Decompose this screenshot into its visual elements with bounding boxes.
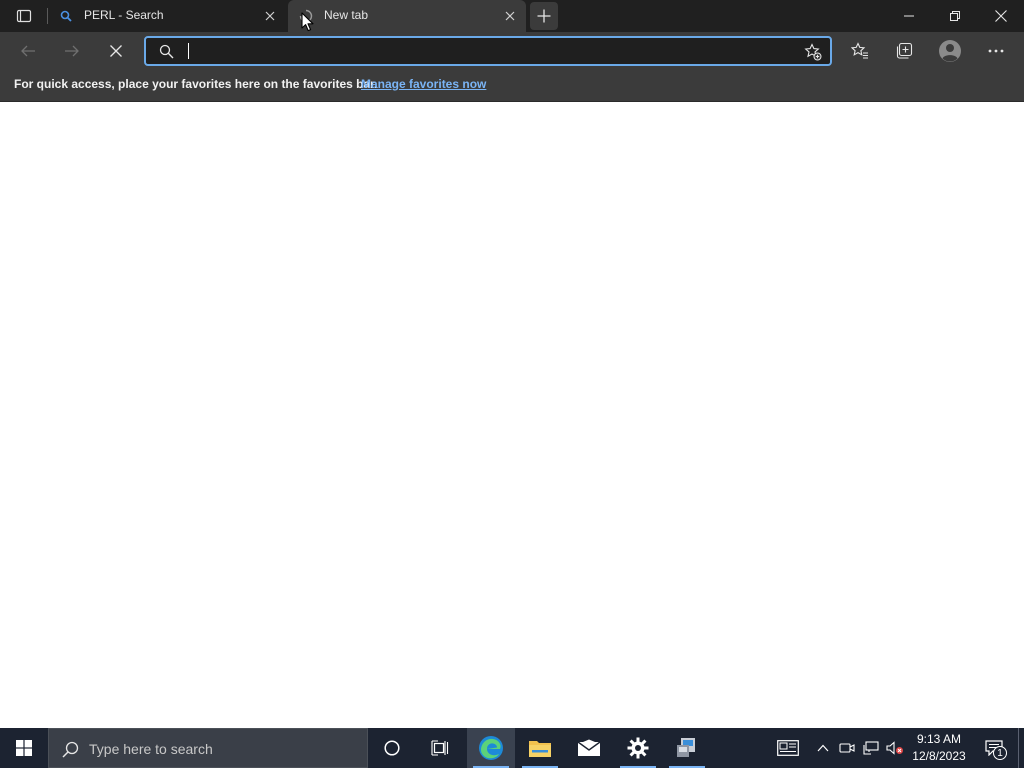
mail-icon bbox=[577, 739, 601, 756]
start-button[interactable] bbox=[0, 728, 48, 768]
news-icon[interactable] bbox=[776, 738, 800, 758]
settings-button[interactable] bbox=[614, 728, 662, 768]
chevron-up-icon[interactable] bbox=[813, 738, 833, 758]
tab-title: New tab bbox=[324, 8, 369, 22]
profile-icon bbox=[939, 40, 961, 62]
taskbar: Type here to search 9:13 AM 12/8/2023 1 bbox=[0, 728, 1024, 768]
tab-actions-button[interactable] bbox=[8, 4, 40, 28]
arrow-left-icon bbox=[21, 45, 35, 57]
task-view-button[interactable] bbox=[416, 728, 464, 768]
favorites-icon bbox=[851, 42, 868, 59]
network-app-button[interactable] bbox=[663, 728, 711, 768]
star-add-icon bbox=[804, 43, 822, 61]
search-icon bbox=[158, 43, 174, 59]
volume-muted-icon[interactable] bbox=[885, 738, 905, 758]
favorites-button[interactable] bbox=[844, 35, 876, 67]
favorites-bar-message: For quick access, place your favorites h… bbox=[14, 77, 378, 91]
cortana-button[interactable] bbox=[368, 728, 416, 768]
close-icon bbox=[110, 45, 122, 57]
browser-toolbar bbox=[0, 32, 1024, 70]
tab-perl-search[interactable]: PERL - Search bbox=[48, 0, 286, 32]
network-app-icon bbox=[677, 738, 695, 757]
notification-count-badge: 1 bbox=[993, 746, 1007, 760]
edge-taskbar-button[interactable] bbox=[467, 728, 515, 768]
favorites-bar: For quick access, place your favorites h… bbox=[0, 70, 1024, 102]
file-explorer-button[interactable] bbox=[516, 728, 564, 768]
collections-button[interactable] bbox=[888, 35, 920, 67]
taskbar-search-placeholder: Type here to search bbox=[89, 741, 213, 757]
action-center-button[interactable]: 1 bbox=[978, 728, 1010, 768]
tab-close-button[interactable] bbox=[260, 6, 280, 26]
edge-icon bbox=[479, 736, 503, 760]
screen: PERL - Search New tab For quick access, … bbox=[0, 0, 1024, 768]
manage-favorites-link[interactable]: Manage favorites now bbox=[361, 77, 486, 91]
plus-icon bbox=[537, 9, 551, 23]
taskbar-clock[interactable]: 9:13 AM 12/8/2023 bbox=[908, 731, 970, 765]
tab-title: PERL - Search bbox=[84, 8, 164, 22]
profile-button[interactable] bbox=[934, 35, 966, 67]
browser-tab-strip: PERL - Search New tab bbox=[0, 0, 1024, 32]
meet-now-icon[interactable] bbox=[837, 738, 857, 758]
collections-icon bbox=[896, 42, 913, 59]
page-content bbox=[0, 103, 1024, 728]
text-cursor bbox=[188, 43, 189, 59]
address-bar[interactable] bbox=[144, 36, 832, 66]
search-icon bbox=[58, 8, 74, 24]
add-favorite-button[interactable] bbox=[802, 41, 824, 63]
mail-button[interactable] bbox=[565, 728, 613, 768]
forward-button[interactable] bbox=[56, 35, 88, 67]
clock-date: 12/8/2023 bbox=[912, 749, 966, 763]
minimize-button[interactable] bbox=[886, 0, 932, 32]
taskbar-search-box[interactable]: Type here to search bbox=[48, 728, 368, 768]
mouse-cursor-icon bbox=[301, 12, 314, 32]
tab-close-button[interactable] bbox=[500, 6, 520, 26]
file-explorer-icon bbox=[529, 741, 551, 757]
settings-icon bbox=[627, 737, 649, 759]
minimize-icon bbox=[904, 15, 914, 17]
back-button[interactable] bbox=[12, 35, 44, 67]
close-icon bbox=[995, 10, 1007, 22]
cortana-icon bbox=[384, 740, 400, 756]
restore-button[interactable] bbox=[932, 0, 978, 32]
stop-loading-button[interactable] bbox=[100, 35, 132, 67]
search-icon bbox=[61, 740, 79, 758]
tab-actions-icon bbox=[16, 9, 32, 23]
show-desktop-button[interactable] bbox=[1018, 728, 1024, 768]
close-window-button[interactable] bbox=[978, 0, 1024, 32]
address-input[interactable] bbox=[186, 41, 786, 61]
network-icon[interactable] bbox=[861, 738, 881, 758]
arrow-right-icon bbox=[65, 45, 79, 57]
new-tab-button[interactable] bbox=[530, 2, 558, 30]
close-icon bbox=[265, 11, 275, 21]
clock-time: 9:13 AM bbox=[916, 732, 962, 746]
windows-logo-icon bbox=[16, 740, 32, 756]
settings-more-button[interactable] bbox=[980, 35, 1012, 67]
close-icon bbox=[505, 11, 515, 21]
task-view-icon bbox=[431, 740, 449, 756]
restore-icon bbox=[950, 11, 960, 21]
more-icon bbox=[988, 49, 1004, 53]
tab-new-tab[interactable]: New tab bbox=[288, 0, 526, 32]
